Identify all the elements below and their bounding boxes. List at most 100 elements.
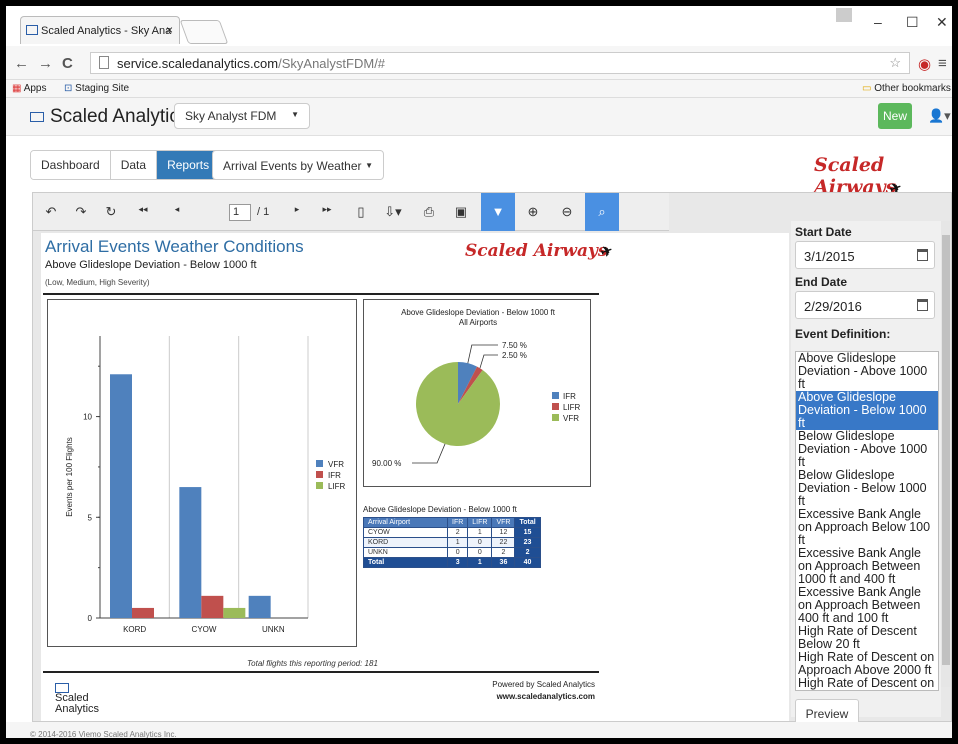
browser-tab[interactable]: Scaled Analytics - Sky Ana ×: [20, 16, 180, 44]
maximize-icon[interactable]: ☐: [906, 14, 919, 31]
url-input[interactable]: service.scaledanalytics.com/SkyAnalystFD…: [90, 52, 910, 74]
calendar-icon[interactable]: [917, 299, 928, 311]
summary-table: Arrival Airport IFR LIFR VFR Total CYOW …: [363, 517, 541, 568]
print-layout-icon[interactable]: ▣: [447, 193, 475, 231]
table-cell: 2: [514, 547, 541, 558]
summary-table-caption: Above Glideslope Deviation - Below 1000 …: [363, 505, 517, 514]
zoom-out-icon[interactable]: ⊖: [553, 193, 581, 231]
export-icon[interactable]: ⇩▾: [379, 193, 407, 231]
extension-icon[interactable]: ◉: [918, 55, 931, 73]
summary-table-block: Above Glideslope Deviation - Below 1000 …: [363, 505, 541, 568]
table-cell: 2: [491, 547, 516, 558]
y-axis-label: Events per 100 Flights: [65, 437, 74, 517]
event-definition-list[interactable]: Above Glideslope Deviation - Above 1000 …: [795, 351, 939, 691]
document-icon[interactable]: ▯: [347, 193, 375, 231]
list-item-selected[interactable]: Above Glideslope Deviation - Below 1000 …: [796, 391, 938, 430]
report-footer-logo: Scaled Analytics: [55, 677, 99, 715]
address-bar-row: ← → C service.scaledanalytics.com/SkyAna…: [6, 46, 952, 80]
table-cell: UNKN: [363, 547, 448, 558]
brand-name: Scaled Analytics: [50, 106, 189, 127]
pie-data-label: 7.50 %: [502, 341, 527, 350]
bookmark-other[interactable]: ▭ Other bookmarks: [862, 83, 951, 94]
undo-icon[interactable]: ↶: [37, 193, 65, 231]
table-header-cell: LIFR: [467, 517, 493, 528]
forward-arrow-icon[interactable]: →: [38, 55, 53, 72]
print-icon[interactable]: ⎙: [415, 193, 443, 231]
menu-icon[interactable]: ≡: [938, 55, 947, 72]
bar-ifr-kord: [132, 607, 154, 618]
zoom-in-icon[interactable]: ⊕: [519, 193, 547, 231]
star-icon[interactable]: ☆: [889, 55, 901, 71]
bar-vfr-kord: [110, 374, 132, 618]
pie-slice-vfr: [416, 362, 500, 446]
legend-swatch-ifr: [316, 471, 323, 478]
table-cell: 0: [467, 537, 493, 548]
report-page: Arrival Events Weather Conditions Above …: [41, 233, 789, 721]
tab-reports[interactable]: Reports: [157, 151, 220, 179]
report-footer-divider: [43, 671, 599, 673]
x-tick-label: UNKN: [262, 625, 285, 634]
refresh-icon[interactable]: ↻: [97, 193, 125, 231]
end-date-input[interactable]: 2/29/2016: [795, 291, 935, 319]
footer: © 2014-2016 Viemo Scaled Analytics Inc.: [6, 722, 952, 738]
page-count: / 1: [257, 206, 270, 218]
bookmark-apps[interactable]: ▦ Apps: [12, 83, 46, 94]
list-item[interactable]: High Rate of Descent on Approach Above 2…: [796, 651, 938, 677]
report-viewer: ↶ ↷ ↻ ◂◂ ◂ 1 / 1 ▸ ▸▸ ▯ ⇩▾ ⎙ ▣ ▼ ⊕ ⊖ ⌕ A…: [32, 192, 952, 727]
previous-page-icon[interactable]: ◂: [163, 193, 191, 231]
tab-data[interactable]: Data: [110, 151, 158, 179]
list-item[interactable]: Excessive Bank Angle on Approach Below 1…: [796, 508, 938, 547]
first-page-icon[interactable]: ◂◂: [129, 193, 157, 231]
legend-swatch-lifr: [316, 482, 323, 489]
scrollbar[interactable]: [941, 221, 951, 687]
filter-icon[interactable]: ▼: [481, 193, 515, 231]
list-item[interactable]: Below Glideslope Deviation - Below 1000 …: [796, 469, 938, 508]
user-menu-icon[interactable]: 👤▾: [928, 108, 951, 124]
legend-label-vfr: VFR: [563, 414, 579, 423]
list-item[interactable]: High Rate of Descent Below 20 ft: [796, 625, 938, 651]
end-date-label: End Date: [795, 275, 848, 289]
calendar-icon[interactable]: [917, 249, 928, 261]
list-item[interactable]: Excessive Bank Angle on Approach Between…: [796, 586, 938, 625]
brand-logo[interactable]: Scaled Analytics: [30, 106, 188, 128]
website-link[interactable]: www.scaledanalytics.com: [481, 691, 595, 703]
scaled-analytics-logo-icon: [30, 111, 44, 122]
start-date-input[interactable]: 3/1/2015: [795, 241, 935, 269]
close-tab-icon[interactable]: ×: [166, 23, 173, 37]
browser-tab-title: Scaled Analytics - Sky Ana: [41, 25, 172, 37]
legend-label-lifr: LIFR: [328, 482, 346, 491]
table-cell: 1: [467, 527, 493, 538]
next-page-icon[interactable]: ▸: [283, 193, 311, 231]
legend-label-lifr: LIFR: [563, 403, 581, 412]
total-flights-note: Total flights this reporting period: 181: [247, 659, 378, 668]
reload-icon[interactable]: C: [62, 55, 73, 72]
x-tick-label: KORD: [123, 625, 146, 634]
list-item[interactable]: Below Glideslope Deviation - Above 1000 …: [796, 430, 938, 469]
list-item[interactable]: Excessive Bank Angle on Approach Between…: [796, 547, 938, 586]
redo-icon[interactable]: ↷: [67, 193, 95, 231]
table-cell: KORD: [363, 537, 448, 548]
powered-by: Powered by Scaled Analytics www.scaledan…: [481, 679, 595, 703]
close-window-icon[interactable]: ✕: [936, 14, 948, 31]
tab-dashboard[interactable]: Dashboard: [31, 151, 111, 179]
page-number-input[interactable]: 1: [229, 204, 251, 221]
last-page-icon[interactable]: ▸▸: [313, 193, 341, 231]
new-tab-button[interactable]: [179, 20, 229, 44]
product-select[interactable]: Sky Analyst FDM ▼: [174, 103, 310, 129]
profile-icon[interactable]: [836, 8, 852, 22]
y-tick-label: 5: [88, 513, 93, 522]
scrollbar-thumb[interactable]: [942, 235, 950, 665]
minimize-icon[interactable]: –: [874, 14, 882, 30]
caret-down-icon: ▼: [291, 110, 299, 119]
back-arrow-icon[interactable]: ←: [14, 55, 29, 72]
bookmark-staging[interactable]: ⊡ Staging Site: [64, 83, 129, 94]
report-select[interactable]: Arrival Events by Weather ▼: [212, 150, 384, 180]
parameters-panel: Start Date 3/1/2015 End Date 2/29/2016 E…: [791, 221, 951, 727]
pie-chart-box: Above Glideslope Deviation - Below 1000 …: [363, 299, 591, 487]
list-item[interactable]: Above Glideslope Deviation - Above 1000 …: [796, 352, 938, 391]
tab-bar: Scaled Analytics - Sky Ana × – ☐ ✕: [6, 6, 952, 46]
event-definition-label: Event Definition:: [795, 327, 891, 341]
list-item[interactable]: High Rate of Descent on Approach Between…: [796, 677, 938, 691]
new-button[interactable]: New: [878, 103, 912, 129]
search-icon[interactable]: ⌕: [585, 193, 619, 231]
